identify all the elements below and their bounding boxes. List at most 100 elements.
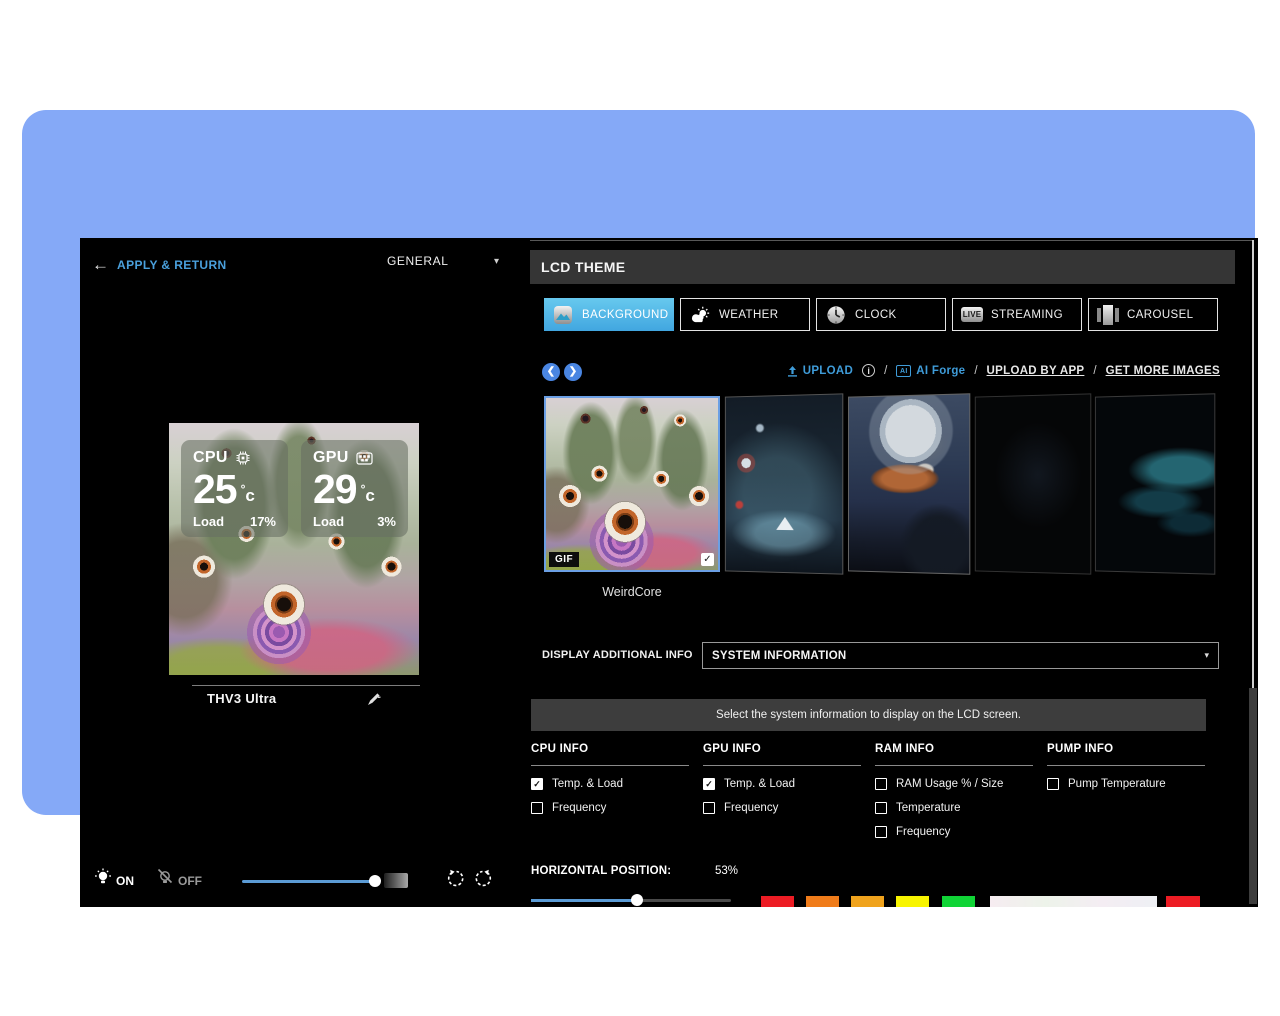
live-icon: LIVE	[961, 304, 983, 326]
back-arrow-icon: ←	[92, 256, 109, 273]
tab-background[interactable]: BACKGROUND	[544, 298, 674, 331]
get-more-images-link[interactable]: GET MORE IMAGES	[1106, 365, 1220, 377]
tab-background-label: BACKGROUND	[582, 309, 668, 321]
mode-dropdown-value: GENERAL	[387, 254, 449, 268]
gpu-card-icon	[356, 452, 373, 465]
ai-forge-link[interactable]: AI AI Forge	[896, 365, 965, 377]
checkbox-pump-temperature[interactable]: Pump Temperature	[1047, 778, 1205, 790]
image-icon	[552, 304, 574, 326]
cpu-label: CPU	[193, 449, 228, 467]
lighting-on-label: ON	[116, 874, 134, 888]
lighting-on-toggle[interactable]	[94, 868, 112, 891]
checkbox-unchecked-icon[interactable]	[531, 802, 543, 814]
bulb-off-icon	[156, 868, 174, 886]
lighting-off-toggle[interactable]	[156, 868, 174, 891]
option-label: Temperature	[896, 802, 961, 814]
tab-weather[interactable]: WEATHER	[680, 298, 810, 331]
hint-bar: Select the system information to display…	[531, 699, 1206, 731]
checkbox-gpu-frequency[interactable]: Frequency	[703, 802, 861, 814]
weather-icon	[689, 304, 711, 326]
gallery-thumbnail-4[interactable]	[975, 393, 1091, 574]
mode-dropdown[interactable]: GENERAL ▾	[387, 254, 499, 268]
gallery-thumbnail-5[interactable]	[1095, 393, 1215, 574]
app-screen: ← APPLY & RETURN GENERAL ▾ CPU	[80, 238, 1258, 907]
app-window-frame: ← APPLY & RETURN GENERAL ▾ CPU	[22, 110, 1255, 815]
apply-return-button[interactable]: ← APPLY & RETURN	[92, 256, 227, 273]
horizontal-position-slider[interactable]	[531, 899, 731, 902]
cpu-info-group: CPU INFO ✓ Temp. & Load Frequency	[531, 743, 689, 814]
rotate-ccw-icon	[447, 869, 466, 888]
option-label: RAM Usage % / Size	[896, 778, 1003, 790]
gallery-thumbnail-2[interactable]	[725, 393, 843, 574]
upload-by-app-link[interactable]: UPLOAD BY APP	[987, 365, 1085, 377]
checkbox-cpu-temp-load[interactable]: ✓ Temp. & Load	[531, 778, 689, 790]
lighting-off-label: OFF	[178, 874, 202, 888]
bulb-on-icon	[94, 868, 112, 886]
checkbox-cpu-frequency[interactable]: Frequency	[531, 802, 689, 814]
brightness-slider-thumb[interactable]	[369, 875, 381, 887]
scrollbar-thumb[interactable]	[1249, 688, 1257, 904]
additional-info-value: SYSTEM INFORMATION	[712, 650, 846, 662]
additional-info-label: DISPLAY ADDITIONAL INFO	[542, 649, 693, 661]
gpu-label: GPU	[313, 449, 349, 467]
additional-info-dropdown[interactable]: SYSTEM INFORMATION ▾	[702, 642, 1219, 669]
device-name: THV3 Ultra	[207, 691, 276, 706]
theme-tabs: BACKGROUND WEAT	[544, 298, 1218, 331]
rotate-cw-button[interactable]	[473, 869, 492, 893]
gpu-load-label: Load	[313, 514, 344, 529]
upload-link[interactable]: UPLOAD	[787, 365, 853, 377]
ram-info-title: RAM INFO	[875, 743, 1033, 766]
checkbox-unchecked-icon[interactable]	[875, 802, 887, 814]
cpu-stat-card: CPU 25 ° c	[181, 440, 288, 537]
gallery-toolbar: UPLOAD i / AI AI Forge / UPLOAD BY APP /…	[530, 364, 1220, 377]
ai-forge-icon: AI	[896, 365, 911, 377]
checkbox-unchecked-icon[interactable]	[703, 802, 715, 814]
color-swatch-orange[interactable]	[806, 896, 839, 907]
checkbox-checked-icon[interactable]: ✓	[531, 778, 543, 790]
pencil-icon	[367, 692, 381, 706]
tab-carousel-label: CAROUSEL	[1127, 309, 1193, 321]
edit-name-button[interactable]	[367, 692, 381, 711]
checkbox-ram-usage[interactable]: RAM Usage % / Size	[875, 778, 1033, 790]
color-swatch-amber[interactable]	[851, 896, 884, 907]
pump-info-group: PUMP INFO Pump Temperature	[1047, 743, 1205, 790]
checkbox-ram-frequency[interactable]: Frequency	[875, 826, 1033, 838]
clock-icon	[825, 304, 847, 326]
cpu-temp-unit: c	[245, 486, 254, 510]
color-swatch-red-2[interactable]	[1166, 896, 1200, 907]
color-swatch-yellow[interactable]	[896, 896, 929, 907]
selected-image-name: WeirdCore	[544, 585, 720, 599]
gallery-thumbnail-weirdcore[interactable]: GIF ✓	[544, 396, 720, 572]
option-label: Temp. & Load	[552, 778, 623, 790]
horizontal-position-label: HORIZONTAL POSITION:	[531, 865, 671, 877]
tab-carousel[interactable]: CAROUSEL	[1088, 298, 1218, 331]
checkbox-checked-icon[interactable]: ✓	[703, 778, 715, 790]
cpu-load-value: 17%	[250, 514, 276, 529]
gallery-thumbnail-3[interactable]	[848, 393, 970, 574]
cpu-chip-icon	[235, 450, 251, 466]
color-swatch-green[interactable]	[942, 896, 975, 907]
lcd-preview: CPU 25 ° c	[169, 423, 419, 675]
checkbox-ram-temperature[interactable]: Temperature	[875, 802, 1033, 814]
upload-icon	[787, 365, 798, 377]
color-swatch-gradient[interactable]	[990, 896, 1157, 907]
checkbox-unchecked-icon[interactable]	[1047, 778, 1059, 790]
tab-streaming[interactable]: LIVE STREAMING	[952, 298, 1082, 331]
panel-title: LCD THEME	[530, 250, 1235, 284]
checkbox-gpu-temp-load[interactable]: ✓ Temp. & Load	[703, 778, 861, 790]
tab-streaming-label: STREAMING	[991, 309, 1063, 321]
info-icon[interactable]: i	[862, 364, 875, 377]
tab-clock[interactable]: CLOCK	[816, 298, 946, 331]
scrollbar-track[interactable]	[1252, 240, 1254, 688]
rotate-ccw-button[interactable]	[447, 869, 466, 893]
checkbox-unchecked-icon[interactable]	[875, 826, 887, 838]
color-swatch-red[interactable]	[761, 896, 794, 907]
chevron-down-icon: ▾	[1204, 650, 1209, 661]
gpu-temp-value: 29	[313, 469, 357, 510]
separator: /	[884, 365, 887, 377]
cpu-info-title: CPU INFO	[531, 743, 689, 766]
slider-thumb[interactable]	[631, 894, 643, 906]
brightness-slider[interactable]	[242, 880, 380, 883]
cpu-load-label: Load	[193, 514, 224, 529]
checkbox-unchecked-icon[interactable]	[875, 778, 887, 790]
